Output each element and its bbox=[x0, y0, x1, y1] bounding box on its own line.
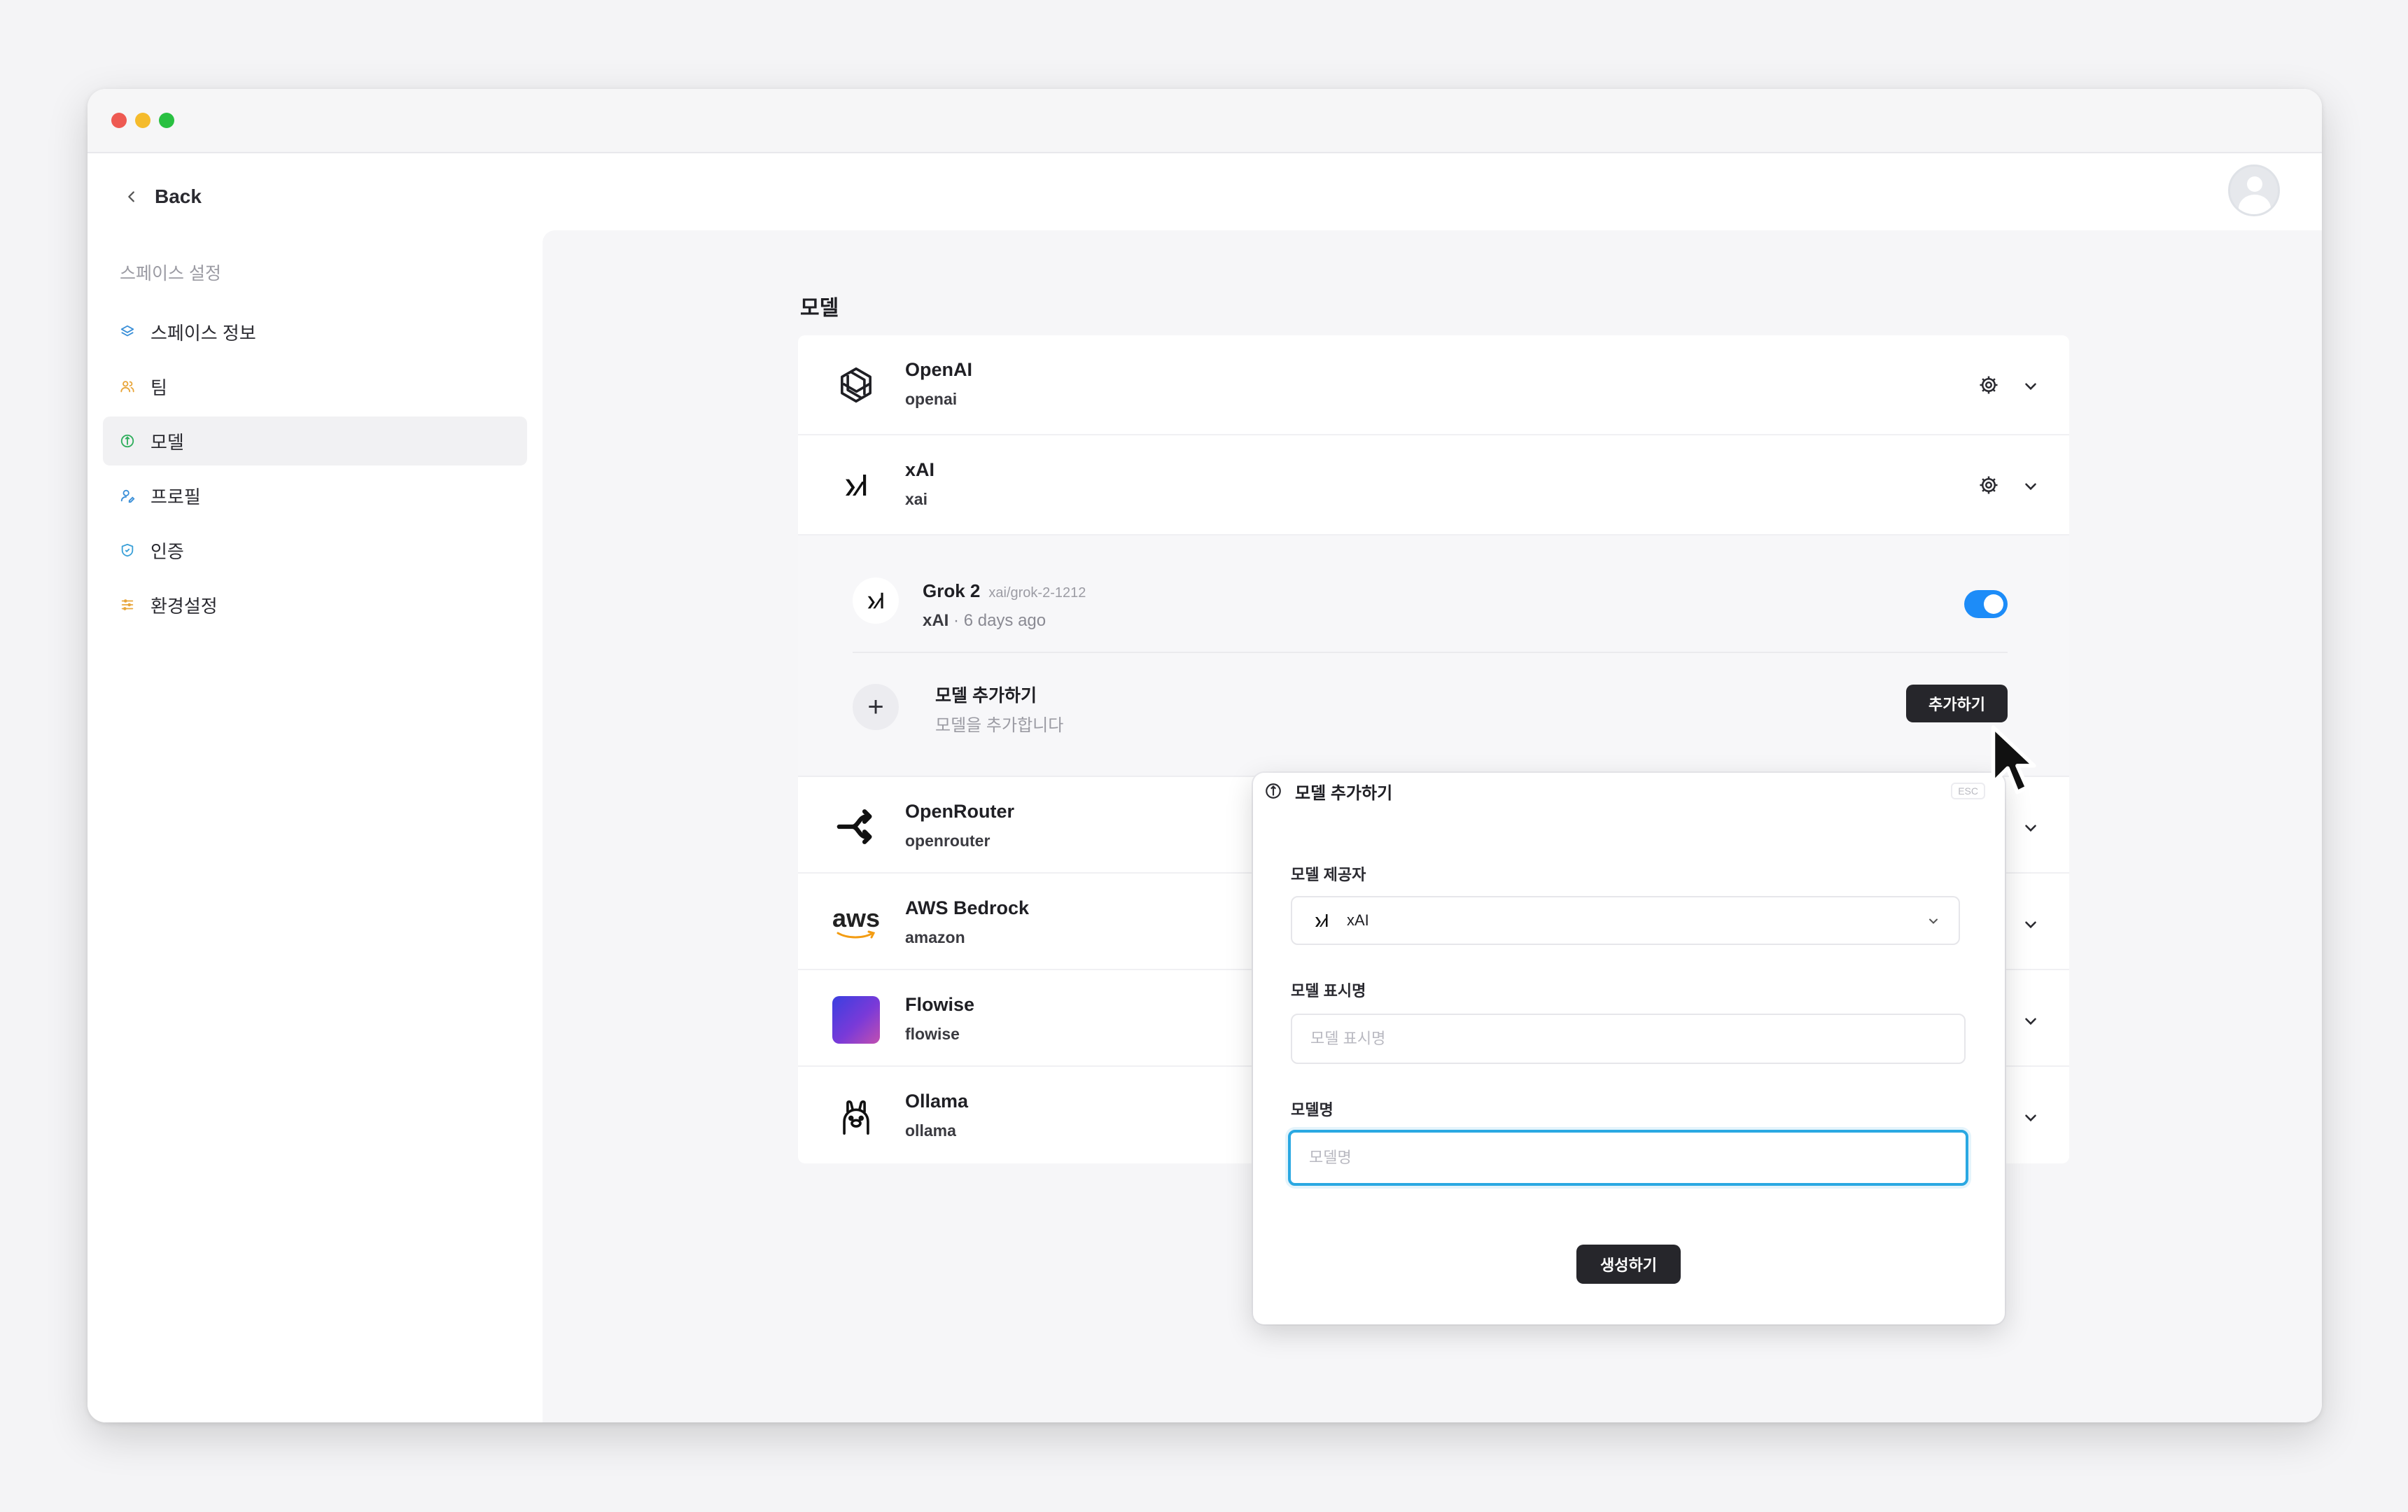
sidebar-item-label: 팀 bbox=[150, 377, 167, 398]
chevron-down-icon[interactable] bbox=[2022, 377, 2040, 396]
provider-id: ollama bbox=[905, 1121, 956, 1140]
flowise-icon bbox=[832, 995, 881, 1044]
model-enabled-toggle[interactable] bbox=[1964, 590, 2008, 618]
page-title: 모델 bbox=[800, 297, 839, 320]
sliders-icon bbox=[121, 599, 134, 610]
provider-name: Ollama bbox=[905, 1091, 969, 1112]
chevron-down-icon bbox=[1929, 918, 1938, 924]
esc-close-hint[interactable]: ESC bbox=[1951, 783, 1985, 799]
back-button[interactable]: Back bbox=[124, 186, 202, 208]
xai-icon bbox=[832, 461, 881, 510]
sidebar-item-label: 프로필 bbox=[150, 486, 201, 507]
provider-id: xai bbox=[905, 490, 927, 508]
model-row-grok-2: Grok 2 xai/grok-2-1212 xAI · 6 days ago bbox=[853, 556, 2008, 653]
sidebar-item-team[interactable]: 팀 bbox=[103, 362, 527, 411]
model-name: Grok 2 xai/grok-2-1212 bbox=[923, 580, 1086, 602]
title-bar bbox=[88, 89, 2322, 153]
sidebar-item-label: 스페이스 정보 bbox=[150, 322, 256, 344]
provider-select-value: xAI bbox=[1347, 911, 1369, 929]
display-name-input[interactable] bbox=[1291, 1014, 1966, 1064]
add-model-button[interactable]: 추가하기 bbox=[1906, 685, 2008, 722]
sidebar-item-preferences[interactable]: 환경설정 bbox=[103, 580, 527, 629]
layers-icon bbox=[120, 325, 134, 337]
provider-name: xAI bbox=[905, 459, 935, 480]
provider-label: 모델 제공자 bbox=[1291, 866, 1366, 883]
chevron-down-icon[interactable] bbox=[2022, 819, 2040, 837]
provider-id: openrouter bbox=[905, 832, 990, 850]
sidebar-item-label: 인증 bbox=[150, 540, 184, 562]
shield-icon bbox=[121, 543, 134, 557]
model-icon bbox=[1266, 783, 1281, 799]
ollama-icon bbox=[832, 1092, 881, 1141]
model-provider: xAI bbox=[923, 611, 949, 630]
sidebar-section-title: 스페이스 설정 bbox=[120, 264, 221, 284]
model-icon bbox=[120, 434, 134, 448]
dialog-title: 모델 추가하기 bbox=[1295, 783, 1393, 803]
back-label: Back bbox=[155, 186, 202, 207]
gear-icon[interactable] bbox=[1978, 374, 1999, 396]
model-name-text: Grok 2 bbox=[923, 580, 981, 601]
sidebar-nav: 스페이스 정보 팀 모델 프로필 인증 환경설정 bbox=[103, 307, 527, 635]
sidebar-item-space-info[interactable]: 스페이스 정보 bbox=[103, 307, 527, 356]
model-name-input[interactable] bbox=[1288, 1130, 1968, 1186]
chevron-down-icon[interactable] bbox=[2022, 1109, 2040, 1127]
provider-id: openai bbox=[905, 390, 958, 408]
chevron-down-icon[interactable] bbox=[2022, 916, 2040, 934]
add-model-dialog: 모델 추가하기 ESC 모델 제공자 xAI 모델 표시명 모델명 생성하기 bbox=[1253, 773, 2005, 1324]
model-id: xai/grok-2-1212 bbox=[988, 585, 1086, 601]
users-icon bbox=[120, 381, 134, 393]
add-model-title: 모델 추가하기 bbox=[935, 686, 1037, 706]
sidebar-item-auth[interactable]: 인증 bbox=[103, 526, 527, 575]
xai-icon bbox=[853, 578, 899, 624]
sidebar-item-label: 환경설정 bbox=[150, 595, 218, 617]
provider-row-openai[interactable]: OpenAI openai bbox=[798, 335, 2069, 435]
plus-icon: + bbox=[853, 684, 899, 730]
openrouter-icon bbox=[832, 802, 881, 851]
mouse-cursor-icon bbox=[1991, 725, 2036, 794]
provider-id: amazon bbox=[905, 928, 965, 946]
chevron-left-icon bbox=[128, 191, 134, 202]
maximize-window-button[interactable] bbox=[159, 113, 174, 128]
add-model-description: 모델을 추가합니다 bbox=[935, 716, 1064, 735]
model-updated: 6 days ago bbox=[963, 611, 1046, 630]
model-meta: xAI · 6 days ago bbox=[923, 611, 1046, 631]
avatar[interactable] bbox=[2228, 164, 2280, 216]
provider-name: Flowise bbox=[905, 994, 975, 1015]
sidebar-item-label: 모델 bbox=[150, 431, 184, 453]
close-window-button[interactable] bbox=[111, 113, 127, 128]
sidebar: Back 스페이스 설정 스페이스 정보 팀 모델 프로필 인증 환경설정 bbox=[88, 153, 542, 1422]
provider-name: AWS Bedrock bbox=[905, 897, 1030, 918]
sidebar-item-model[interactable]: 모델 bbox=[103, 416, 527, 465]
provider-name: OpenAI bbox=[905, 359, 973, 380]
add-model-row: + 모델 추가하기 모델을 추가합니다 추가하기 bbox=[853, 665, 2008, 749]
provider-row-xai[interactable]: xAI xai bbox=[798, 435, 2069, 536]
user-edit-icon bbox=[120, 489, 135, 503]
openai-icon bbox=[832, 360, 881, 410]
dialog-header: 모델 추가하기 bbox=[1253, 773, 2005, 809]
create-button[interactable]: 생성하기 bbox=[1576, 1245, 1681, 1284]
xai-models-panel: Grok 2 xai/grok-2-1212 xAI · 6 days ago +… bbox=[798, 536, 2069, 777]
chevron-down-icon[interactable] bbox=[2022, 1012, 2040, 1030]
meta-separator: · bbox=[953, 611, 964, 630]
provider-name: OpenRouter bbox=[905, 801, 1015, 822]
chevron-down-icon[interactable] bbox=[2022, 477, 2040, 496]
provider-id: flowise bbox=[905, 1025, 960, 1043]
gear-icon[interactable] bbox=[1978, 475, 1999, 496]
display-name-label: 모델 표시명 bbox=[1291, 982, 1366, 1000]
provider-select[interactable]: xAI bbox=[1291, 896, 1960, 945]
xai-icon bbox=[1315, 914, 1328, 927]
sidebar-item-profile[interactable]: 프로필 bbox=[103, 471, 527, 520]
aws-icon: aws bbox=[832, 899, 881, 948]
minimize-window-button[interactable] bbox=[135, 113, 150, 128]
model-name-label: 모델명 bbox=[1291, 1101, 1334, 1119]
aws-logo-text: aws bbox=[832, 904, 881, 932]
